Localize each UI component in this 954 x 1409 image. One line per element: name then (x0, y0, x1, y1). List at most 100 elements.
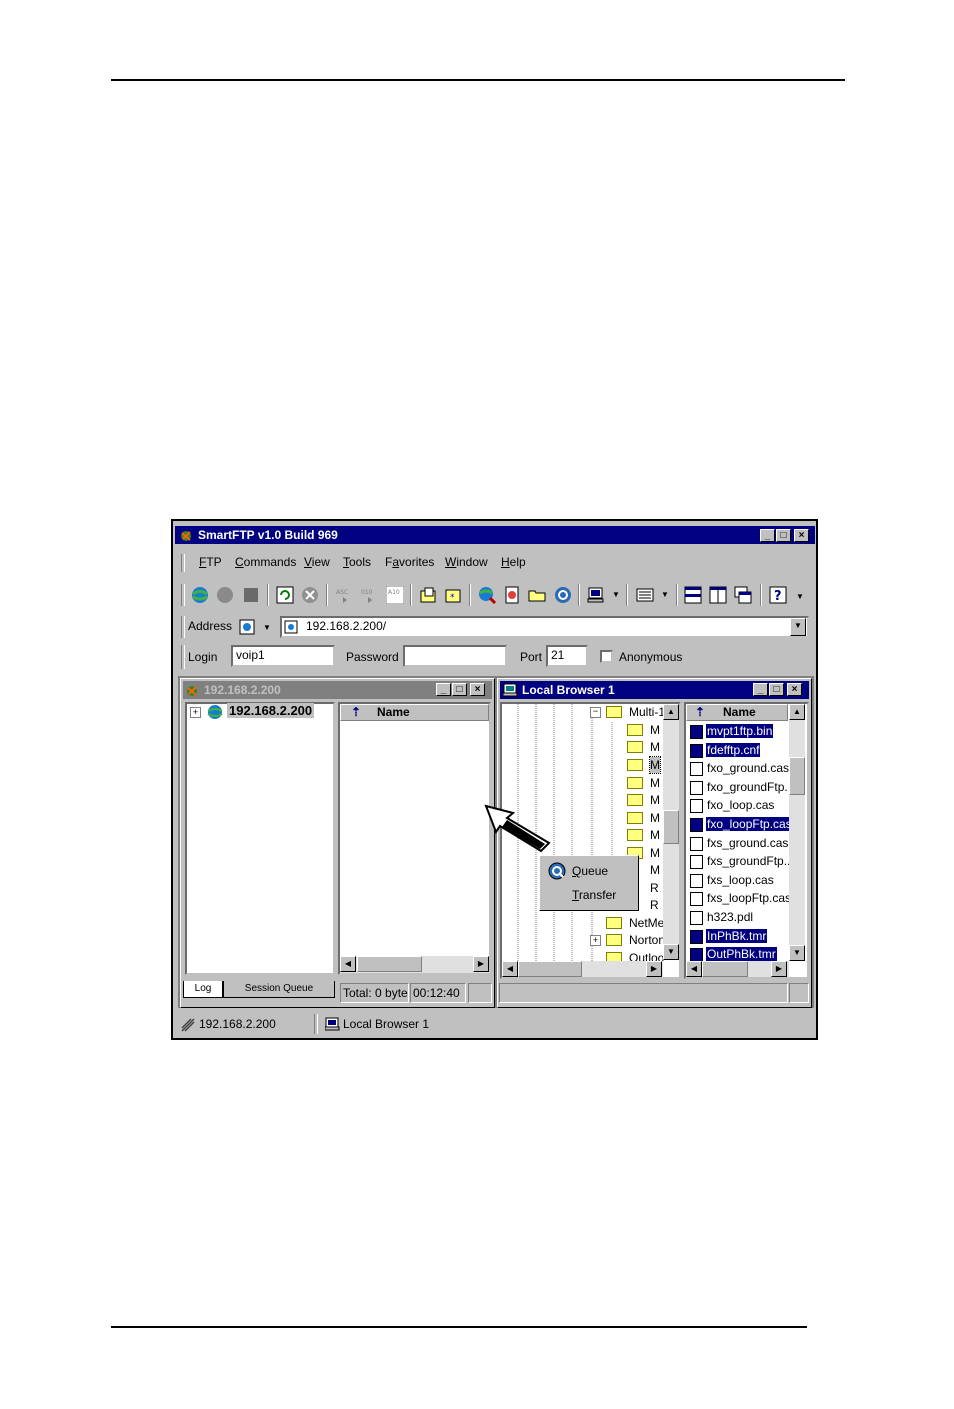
tile-vertical-icon[interactable] (709, 586, 727, 604)
ascii-mode-icon[interactable]: ASC (335, 586, 353, 604)
local-minimize-button[interactable]: _ (753, 683, 768, 696)
tab-session-queue[interactable]: Session Queue (223, 981, 335, 998)
address-dropdown-button[interactable]: ▼ (790, 618, 806, 636)
expand-icon[interactable]: + (590, 935, 601, 946)
tree-item[interactable]: M (650, 775, 660, 791)
file-list-item[interactable]: h323.pdl (690, 909, 754, 926)
resize-grip[interactable] (789, 983, 809, 1003)
scroll-left-button[interactable]: ◀ (502, 961, 518, 977)
menu-view[interactable]: View (304, 552, 330, 572)
remote-list[interactable] (338, 702, 491, 975)
minimize-button[interactable]: _ (760, 529, 775, 542)
anonymous-checkbox[interactable] (600, 650, 613, 663)
file-list-item[interactable]: fxo_ground.cas (690, 760, 790, 777)
tree-item[interactable]: R (650, 880, 659, 896)
queue-toolbar-icon[interactable] (554, 586, 572, 604)
tree-item[interactable]: Multi-1 (629, 704, 665, 720)
tree-item[interactable]: M (650, 722, 660, 738)
file-list-item[interactable]: fxo_loopFtp.cas (690, 816, 793, 833)
stop-icon[interactable] (301, 586, 319, 604)
remote-tree-root[interactable]: 192.168.2.200 (227, 703, 315, 718)
file-list-item[interactable]: fdefftp.cnf (690, 742, 761, 759)
menu-commands[interactable]: Commands (235, 552, 296, 572)
binary-mode-icon[interactable]: 010 (360, 586, 378, 604)
tree-item[interactable]: M (650, 862, 660, 878)
file-list-item[interactable]: fxs_groundFtp.. (690, 853, 791, 870)
copy-folder-icon[interactable] (419, 586, 437, 604)
scroll-thumb[interactable] (663, 810, 679, 844)
scroll-thumb[interactable] (357, 956, 422, 972)
open-folder-icon[interactable] (528, 586, 546, 604)
remote-name-column-header[interactable]: ⇡ Name (340, 704, 489, 721)
resize-grip[interactable] (468, 983, 492, 1003)
address-site-icon[interactable] (239, 619, 255, 635)
connect-icon[interactable] (191, 586, 209, 604)
menu-window[interactable]: Window (445, 552, 488, 572)
reconnect-icon[interactable] (216, 586, 234, 604)
chevron-down-icon[interactable]: ▼ (661, 590, 669, 599)
tree-item[interactable]: R (650, 897, 659, 913)
new-folder-icon[interactable]: * (444, 586, 462, 604)
chevron-down-icon[interactable]: ▼ (612, 590, 620, 599)
scroll-left-button[interactable]: ◀ (340, 956, 356, 972)
remote-close-button[interactable]: × (470, 683, 485, 696)
menu-tools[interactable]: Tools (343, 552, 371, 572)
local-name-column-header[interactable]: ⇡ Name (686, 704, 788, 721)
help-icon[interactable]: ? (769, 586, 787, 604)
local-maximize-button[interactable]: □ (769, 683, 784, 696)
window-titlebar[interactable]: SmartFTP v1.0 Build 969 (175, 526, 815, 544)
scroll-right-button[interactable]: ▶ (771, 961, 787, 977)
tile-horizontal-icon[interactable] (684, 586, 702, 604)
scroll-right-button[interactable]: ▶ (646, 961, 662, 977)
menu-help[interactable]: Help (501, 552, 526, 572)
scroll-thumb[interactable] (518, 961, 582, 977)
remote-maximize-button[interactable]: □ (452, 683, 467, 696)
tree-item[interactable]: M (650, 739, 660, 755)
menu-ftp[interactable]: FTP (199, 552, 222, 572)
password-input[interactable] (403, 645, 507, 667)
tree-item[interactable]: NetMe (629, 915, 664, 931)
auto-mode-icon[interactable]: A10 (385, 585, 405, 605)
tree-item[interactable]: M (650, 792, 660, 808)
chevron-down-icon[interactable]: ▼ (263, 623, 271, 632)
scroll-right-button[interactable]: ▶ (473, 956, 489, 972)
scroll-up-button[interactable]: ▲ (789, 704, 805, 720)
list-vscrollbar[interactable] (789, 704, 805, 961)
remote-tree[interactable] (185, 702, 335, 975)
scroll-left-button[interactable]: ◀ (686, 961, 702, 977)
login-input[interactable]: voip1 (231, 645, 335, 667)
tree-item[interactable]: Norton (629, 932, 665, 948)
local-browser-icon[interactable] (587, 586, 605, 604)
context-menu-queue[interactable]: Queue (572, 864, 608, 878)
address-input[interactable]: 192.168.2.200/ (280, 616, 809, 638)
tab-log[interactable]: Log (183, 981, 223, 998)
expand-icon[interactable]: + (190, 707, 201, 718)
tree-item[interactable]: M (649, 756, 661, 774)
maximize-button[interactable]: □ (776, 529, 791, 542)
tree-item[interactable]: M (650, 810, 660, 826)
scroll-up-button[interactable]: ▲ (663, 704, 679, 720)
globe-search-icon[interactable] (478, 586, 497, 605)
scroll-thumb[interactable] (789, 757, 805, 795)
context-menu-transfer[interactable]: Transfer (572, 888, 616, 902)
file-list-item[interactable]: fxo_groundFtp.. (690, 779, 792, 796)
refresh-icon[interactable] (276, 586, 294, 604)
scroll-down-button[interactable]: ▼ (663, 944, 679, 960)
disconnect-icon[interactable] (242, 586, 260, 604)
close-button[interactable]: × (794, 529, 809, 542)
scroll-thumb[interactable] (702, 961, 748, 977)
cascade-icon[interactable] (734, 586, 752, 604)
file-list-item[interactable]: fxo_loop.cas (690, 797, 775, 814)
favorites-icon[interactable] (503, 586, 521, 604)
file-list-item[interactable]: fxs_ground.cas (690, 835, 789, 852)
tree-item[interactable]: M (650, 845, 660, 861)
file-list-item[interactable]: fxs_loop.cas (690, 872, 775, 889)
collapse-icon[interactable]: − (590, 707, 601, 718)
port-input[interactable]: 21 (546, 645, 588, 667)
scroll-down-button[interactable]: ▼ (789, 945, 805, 961)
chevron-down-icon[interactable]: ▼ (796, 592, 804, 601)
view-details-icon[interactable] (636, 586, 654, 604)
file-list-item[interactable]: InPhBk.tmr (690, 928, 768, 945)
file-list-item[interactable]: mvpt1ftp.bin (690, 723, 774, 740)
tree-item[interactable]: M (650, 827, 660, 843)
